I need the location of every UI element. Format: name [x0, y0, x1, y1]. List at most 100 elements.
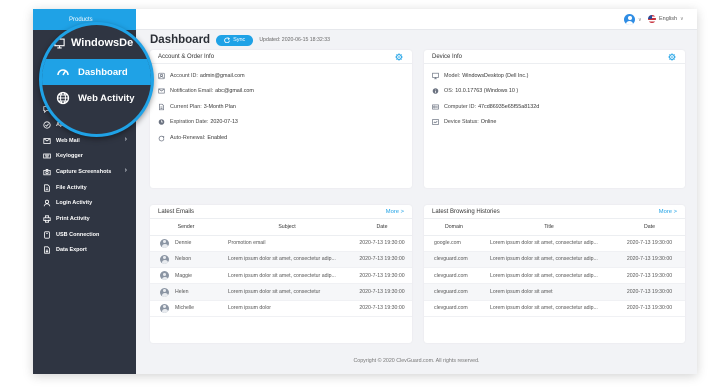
domain-cell: clevguard.com: [424, 251, 484, 269]
info-label: Device Status:: [444, 119, 479, 126]
info-row: OS: 10.0.17763 (Windows 10 ): [424, 84, 685, 100]
magnifier-callout: WindowsDe Dashboard Web Activity: [39, 22, 154, 137]
sidebar-item-label: Web Mail: [56, 137, 80, 144]
emails-table: Sender Subject Date Dennie Promotion emai…: [150, 219, 412, 317]
sender-name: Maggie: [175, 272, 193, 279]
info-row: Account ID: admin@gmail.com: [150, 68, 412, 84]
table-row[interactable]: Maggie Lorem ipsum dolor sit amet, consec…: [150, 267, 412, 285]
email-date: 2020-7-13 19:30:00: [352, 235, 412, 252]
sync-icon: [224, 37, 231, 43]
avatar-icon: [624, 14, 635, 25]
sidebar-item-label: Print Activity: [56, 216, 90, 223]
domain-cell: clevguard.com: [424, 267, 484, 285]
table-row[interactable]: clevguard.com Lorem ipsum dolor sit amet,…: [424, 300, 685, 317]
renew-icon: [158, 135, 165, 142]
card-header: Latest Browsing Histories More >: [424, 205, 685, 219]
sidebar-item[interactable]: Capture Screenshots ›: [33, 164, 136, 180]
app-icon: [43, 121, 51, 129]
latest-emails-card: Latest Emails More > Sender Subject Date…: [150, 205, 412, 343]
export-icon: [44, 246, 50, 255]
info-icon: [432, 88, 439, 95]
sidebar-item-dashboard[interactable]: Dashboard: [42, 59, 151, 85]
info-value: Enabled: [207, 134, 228, 141]
camera-icon: [43, 169, 51, 176]
info-label: OS:: [444, 88, 454, 95]
column-header: Domain: [424, 219, 484, 236]
sidebar-item-label: USB Connection: [56, 231, 100, 238]
usb-icon: [44, 231, 50, 239]
column-header: Title: [484, 219, 614, 236]
user-icon: [158, 72, 165, 79]
column-header: Subject: [222, 219, 352, 236]
sidebar-item[interactable]: Keylogger: [33, 148, 136, 164]
page-title-cell: Lorem ipsum dolor sit amet, consectetur …: [484, 267, 614, 285]
sidebar-item-web-activity[interactable]: Web Activity: [42, 85, 151, 111]
sender-name: Helen: [175, 289, 189, 296]
avatar-icon: [160, 287, 169, 297]
info-label: Account ID:: [170, 72, 198, 79]
sidebar-item[interactable]: USB Connection: [33, 227, 136, 243]
table-row[interactable]: clevguard.com Lorem ipsum dolor sit amet,…: [424, 267, 685, 285]
visit-date: 2020-7-13 19:30:00: [614, 251, 685, 269]
sidebar-item-label: Keylogger: [56, 153, 83, 160]
printer-icon: [43, 215, 51, 223]
sender-name: Michelle: [175, 305, 195, 312]
sidebar-item[interactable]: File Activity: [33, 180, 136, 196]
column-header: Date: [614, 219, 685, 236]
status-icon: [432, 119, 439, 126]
latest-browsing-card: Latest Browsing Histories More > Domain …: [424, 205, 685, 343]
updated-timestamp: Updated: 2020-06-15 18:32:33: [259, 37, 330, 43]
account-menu[interactable]: ∨: [624, 14, 642, 25]
account-info-card: Account & Order Info Account ID: admin@gm…: [150, 50, 412, 188]
page-title-cell: Lorem ipsum dolor sit amet: [484, 283, 614, 301]
sidebar-item[interactable]: Print Activity: [33, 211, 136, 227]
footer-copyright: Copyright © 2020 ClevGuard.com. All righ…: [353, 358, 480, 364]
card-title: Latest Browsing Histories: [432, 208, 500, 215]
card-header: Account & Order Info: [150, 50, 412, 64]
domain-cell: google.com: [424, 235, 484, 252]
info-row: Expiration Date: 2020-07-13: [150, 115, 412, 131]
more-link[interactable]: More >: [386, 209, 404, 215]
table-row[interactable]: clevguard.com Lorem ipsum dolor sit amet 2…: [424, 283, 685, 301]
language-selector[interactable]: English ∨: [648, 15, 684, 23]
domain-cell: clevguard.com: [424, 300, 484, 317]
sidebar-item-label: Data Export: [56, 247, 87, 254]
table-row[interactable]: Dennie Promotion email 2020-7-13 19:30:00: [150, 235, 412, 252]
info-label: Current Plan:: [170, 103, 202, 110]
page-title-cell: Lorem ipsum dolor sit amet, consectetur …: [484, 251, 614, 269]
info-row: Device Status: Online: [424, 115, 685, 131]
table-row[interactable]: Helen Lorem ipsum dolor sit amet, consect…: [150, 283, 412, 301]
sidebar-item[interactable]: Data Export: [33, 243, 136, 259]
email-date: 2020-7-13 19:30:00: [352, 300, 412, 317]
table-row[interactable]: Nelson Lorem ipsum dolor sit amet, consec…: [150, 251, 412, 269]
visit-date: 2020-7-13 19:30:00: [614, 267, 685, 285]
email-subject: Lorem ipsum dolor sit amet, consectetur …: [222, 267, 352, 285]
table-row[interactable]: google.com Lorem ipsum dolor sit amet, co…: [424, 235, 685, 252]
device-info-card: Device Info Model: WindowsDesktop (Dell I…: [424, 50, 685, 188]
mail-icon: [43, 137, 51, 144]
info-row: Model: WindowsDesktop (Dell Inc.): [424, 68, 685, 84]
table-row[interactable]: clevguard.com Lorem ipsum dolor sit amet,…: [424, 251, 685, 269]
settings-icon[interactable]: [668, 53, 676, 61]
table-row[interactable]: Michelle Lorem ipsum dolor 2020-7-13 19:30…: [150, 300, 412, 317]
visit-date: 2020-7-13 19:30:00: [614, 235, 685, 252]
card-title: Device Info: [432, 53, 463, 60]
info-value: 10.0.17763 (Windows 10 ): [455, 88, 519, 95]
info-label: Notification Email:: [170, 88, 214, 95]
globe-icon: [56, 91, 70, 105]
chevron-right-icon: ›: [124, 167, 127, 175]
info-row: Auto-Renewal: Enabled: [150, 130, 412, 146]
info-value: WindowsDesktop (Dell Inc.): [462, 72, 529, 79]
column-header: Sender: [150, 219, 222, 236]
info-value: abc@gmail.com: [215, 88, 254, 95]
device-name: WindowsDe: [54, 37, 133, 49]
sidebar-item[interactable]: Login Activity: [33, 196, 136, 212]
email-icon: [158, 88, 165, 94]
us-flag-icon: [648, 15, 656, 23]
sync-button[interactable]: Sync: [216, 34, 254, 46]
page-title-cell: Lorem ipsum dolor sit amet, consectetur …: [484, 300, 614, 317]
settings-icon[interactable]: [395, 53, 403, 61]
email-subject: Lorem ipsum dolor sit amet, consectetur: [222, 283, 352, 301]
avatar-icon: [160, 254, 169, 264]
more-link[interactable]: More >: [659, 209, 677, 215]
